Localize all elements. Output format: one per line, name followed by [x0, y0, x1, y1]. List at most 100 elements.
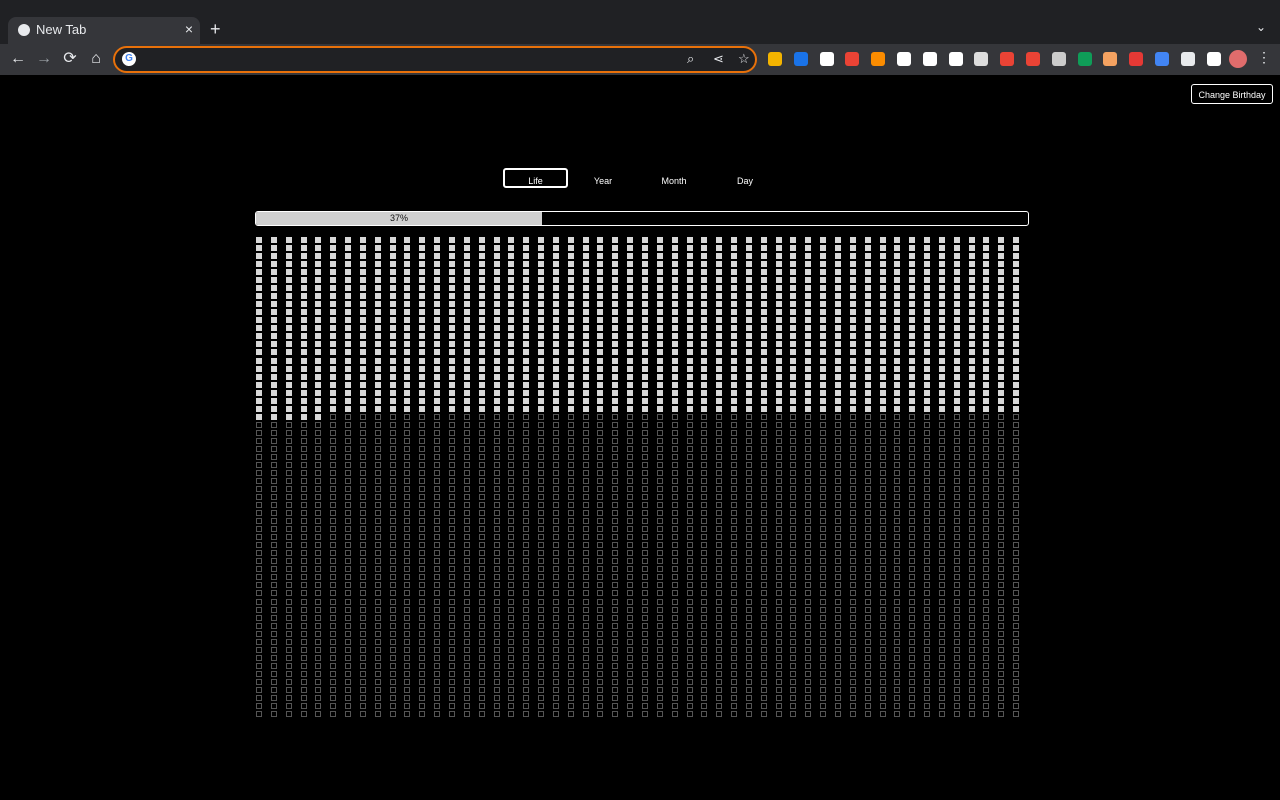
future-week-cell	[478, 469, 485, 476]
future-week-cell	[656, 518, 663, 525]
future-week-cell	[330, 574, 337, 581]
future-week-cell	[434, 670, 441, 677]
lived-week-cell	[731, 253, 738, 260]
lived-week-cell	[864, 389, 871, 396]
extension-icon[interactable]	[871, 52, 886, 66]
lived-week-cell	[864, 333, 871, 340]
future-week-cell	[434, 469, 441, 476]
lived-week-cell	[523, 269, 530, 276]
future-week-cell	[716, 542, 723, 549]
future-week-cell	[909, 550, 916, 557]
future-week-cell	[656, 614, 663, 621]
extension-icon[interactable]	[897, 52, 911, 66]
lived-week-cell	[627, 261, 634, 268]
lived-week-cell	[968, 245, 975, 252]
lived-week-cell	[909, 397, 916, 404]
future-week-cell	[463, 694, 470, 701]
future-week-cell	[567, 694, 574, 701]
extension-icon[interactable]	[1000, 52, 1015, 66]
extension-icon[interactable]	[1103, 52, 1118, 66]
lived-week-cell	[909, 293, 916, 300]
future-week-cell	[359, 630, 366, 637]
lived-week-cell	[998, 317, 1005, 324]
lived-week-cell	[1013, 349, 1020, 356]
menu-kebab-icon[interactable]: ⋮	[1257, 49, 1271, 66]
tab-life[interactable]: Life	[503, 168, 568, 188]
extension-icon[interactable]	[768, 52, 782, 66]
future-week-cell	[820, 686, 827, 693]
future-week-cell	[864, 598, 871, 605]
lived-week-cell	[449, 357, 455, 364]
lived-week-cell	[656, 349, 663, 356]
future-week-cell	[582, 678, 589, 685]
future-week-cell	[716, 574, 723, 581]
extension-icon[interactable]	[1206, 52, 1221, 66]
back-arrow-icon[interactable]: ←	[9, 50, 27, 68]
browser-tab[interactable]: New Tab ×	[8, 17, 200, 44]
extension-icon[interactable]	[948, 52, 963, 66]
lived-week-cell	[686, 309, 693, 316]
future-week-cell	[642, 502, 648, 509]
lived-week-cell	[775, 373, 782, 380]
extension-icon[interactable]	[1155, 52, 1169, 66]
change-birthday-button[interactable]: Change Birthday	[1191, 84, 1273, 104]
extension-icon[interactable]	[1077, 52, 1092, 66]
home-icon[interactable]: ⌂	[87, 50, 105, 68]
lived-week-cell	[924, 253, 931, 260]
lived-week-cell	[879, 365, 886, 372]
lived-week-cell	[315, 413, 322, 420]
zoom-icon[interactable]: ⌕	[687, 51, 694, 67]
future-week-cell	[731, 614, 738, 621]
tab-month[interactable]: Month	[646, 168, 702, 192]
tab-year[interactable]: Year	[575, 168, 631, 192]
future-week-cell	[656, 622, 663, 629]
future-week-cell	[552, 461, 559, 468]
reload-icon[interactable]: ⟳	[61, 50, 79, 68]
tab-search-chevron-icon[interactable]: ⌄	[1256, 20, 1266, 34]
future-week-cell	[790, 654, 797, 661]
profile-avatar[interactable]	[1229, 50, 1247, 68]
extension-icon[interactable]	[793, 52, 808, 66]
future-week-cell	[404, 582, 411, 589]
future-week-cell	[731, 686, 738, 693]
lived-week-cell	[849, 357, 856, 364]
lived-week-cell	[404, 357, 411, 364]
future-week-cell	[671, 646, 678, 653]
address-input[interactable]	[145, 50, 669, 70]
future-week-cell	[612, 582, 619, 589]
tab-close-button[interactable]: ×	[185, 21, 193, 37]
extension-icon[interactable]	[845, 52, 860, 66]
future-week-cell	[419, 461, 426, 468]
future-week-cell	[330, 694, 337, 701]
future-week-cell	[582, 654, 589, 661]
extension-icon[interactable]	[1129, 52, 1144, 66]
future-week-cell	[701, 469, 708, 476]
extension-icon[interactable]	[1026, 52, 1040, 66]
extension-icon[interactable]	[974, 52, 989, 66]
future-week-cell	[879, 421, 886, 428]
extension-icon[interactable]	[1051, 52, 1066, 66]
future-week-cell	[508, 638, 515, 645]
future-week-cell	[567, 598, 574, 605]
new-tab-button[interactable]: +	[210, 20, 221, 38]
future-week-cell	[894, 518, 901, 525]
future-week-cell	[538, 469, 545, 476]
lived-week-cell	[315, 261, 322, 268]
future-week-cell	[404, 662, 411, 669]
future-week-cell	[775, 670, 782, 677]
lived-week-cell	[790, 405, 797, 412]
extension-icon[interactable]	[819, 52, 834, 66]
extension-icon[interactable]	[1180, 52, 1195, 66]
extension-icon[interactable]	[922, 52, 937, 66]
future-week-cell	[315, 510, 322, 517]
tab-day[interactable]: Day	[717, 168, 773, 192]
address-bar[interactable]: G ⌕ ⋖ ☆	[113, 46, 757, 73]
future-week-cell	[538, 614, 545, 621]
share-icon[interactable]: ⋖	[713, 51, 724, 67]
forward-arrow-icon[interactable]: →	[35, 50, 53, 68]
future-week-cell	[345, 453, 352, 460]
bookmark-star-icon[interactable]: ☆	[738, 51, 750, 67]
lived-week-cell	[671, 269, 678, 276]
future-week-cell	[924, 518, 931, 525]
future-week-cell	[359, 413, 366, 420]
